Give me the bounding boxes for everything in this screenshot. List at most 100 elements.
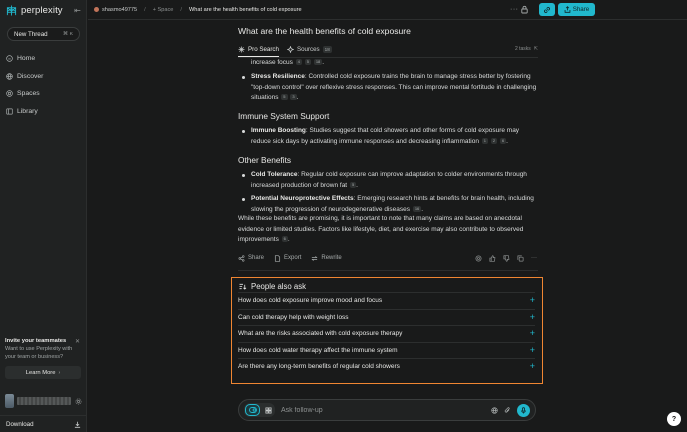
answer-text: increase focus: [251, 59, 293, 66]
export-button[interactable]: Export: [274, 254, 302, 262]
gear-icon[interactable]: [75, 398, 82, 405]
search-mode-toggle[interactable]: [244, 403, 275, 417]
close-icon[interactable]: ✕: [75, 338, 80, 345]
plus-icon[interactable]: +: [530, 362, 535, 371]
sidebar-item-label: Library: [17, 107, 38, 115]
related-question[interactable]: How does cold exposure improve mood and …: [238, 292, 535, 309]
action-label: Rewrite: [321, 255, 342, 261]
new-thread-button[interactable]: New Thread ⌘ K: [7, 27, 80, 41]
related-question[interactable]: Are there any long-term benefits of regu…: [238, 358, 535, 375]
citation-badge[interactable]: 5: [304, 59, 312, 65]
user-avatar-dot: [94, 7, 99, 12]
related-question[interactable]: What are the risks associated with cold …: [238, 325, 535, 342]
citation-badge[interactable]: 16: [412, 205, 422, 212]
plus-icon[interactable]: +: [530, 312, 535, 322]
answer-conclusion: While these benefits are promising, it i…: [238, 215, 524, 243]
plus-icon[interactable]: +: [530, 296, 535, 305]
share-label: Share: [572, 6, 590, 13]
breadcrumb-thread-title: What are the health benefits of cold exp…: [188, 6, 302, 13]
thumbs-up-icon[interactable]: [489, 254, 496, 262]
perplexity-logo-icon: [6, 5, 17, 16]
chevron-right-icon: ›: [58, 369, 61, 376]
top-bar: shasmo49775 / + Space / What are the hea…: [88, 0, 687, 20]
sources-count-badge: 18: [322, 45, 332, 53]
breadcrumb-user[interactable]: shasmo49775: [94, 7, 137, 13]
help-button[interactable]: ?: [667, 412, 681, 426]
sidebar-nav: Home Discover Spaces Library: [6, 50, 82, 120]
related-list-icon: [239, 283, 247, 290]
sources-stack-icon[interactable]: [475, 255, 482, 262]
copy-icon[interactable]: [517, 255, 524, 262]
plus-icon[interactable]: +: [530, 329, 535, 338]
account-row[interactable]: [5, 394, 82, 408]
globe-icon: [6, 73, 13, 80]
sidebar-item-spaces[interactable]: Spaces: [6, 85, 82, 103]
ask-follow-up-input[interactable]: [281, 406, 491, 414]
citation-badge[interactable]: 4: [295, 59, 302, 65]
share-icon: [564, 6, 571, 13]
rewrite-icon: [311, 255, 318, 261]
related-question[interactable]: Can cold therapy help with weight loss +: [238, 308, 535, 326]
sidebar-item-home[interactable]: Home: [6, 50, 82, 68]
plus-icon[interactable]: +: [530, 345, 535, 355]
ask-follow-up-bar: [238, 399, 536, 421]
link-icon: [544, 6, 550, 13]
pro-mode-option[interactable]: [245, 404, 260, 416]
pro-search-icon: [238, 46, 245, 52]
ask-tools: [491, 403, 530, 417]
citation-badge[interactable]: 6: [499, 137, 507, 144]
learn-more-button[interactable]: Learn More ›: [5, 366, 81, 379]
rewrite-button[interactable]: Rewrite: [311, 255, 342, 262]
collapse-sidebar-icon[interactable]: ⇤: [73, 6, 82, 15]
breadcrumb-space[interactable]: + Space: [153, 7, 174, 13]
related-question[interactable]: How does cold water therapy affect the i…: [238, 341, 535, 359]
share-answer-button[interactable]: Share: [238, 254, 265, 262]
section-heading-other: Other Benefits: [238, 155, 292, 165]
microphone-icon: [521, 406, 526, 413]
action-label: Export: [284, 255, 302, 261]
citation-badge[interactable]: 3: [290, 94, 297, 100]
bullet-label: Potential Neuroprotective Effects: [251, 195, 354, 202]
globe-icon[interactable]: [491, 406, 498, 414]
tab-label: Sources: [296, 45, 320, 53]
spaces-icon: [6, 90, 13, 97]
tab-pro-search[interactable]: Pro Search: [238, 42, 279, 56]
download-icon: [74, 421, 81, 428]
shortcut-key: ⌘: [63, 31, 68, 37]
copy-link-button[interactable]: [539, 3, 555, 16]
citation-badge[interactable]: 1: [481, 137, 489, 144]
voice-input-button[interactable]: [517, 403, 530, 417]
bullet-label: Immune Boosting: [251, 127, 306, 134]
thumbs-down-icon[interactable]: [503, 254, 510, 262]
share-button[interactable]: Share: [558, 3, 595, 16]
citation-badge[interactable]: 5: [349, 181, 357, 188]
download-button[interactable]: Download: [0, 415, 87, 432]
related-question-text: How does cold exposure improve mood and …: [238, 297, 383, 305]
citation-badge[interactable]: 5: [281, 94, 288, 100]
related-question-text: Can cold therapy help with weight loss: [238, 313, 349, 321]
more-options-icon[interactable]: ···: [531, 255, 538, 262]
action-label: Share: [248, 255, 265, 261]
answer-bullet-stress: Stress Resilience: Controlled cold expos…: [242, 72, 538, 104]
attach-icon[interactable]: [504, 406, 511, 414]
answer-actions: Share Export Rewrite ···: [238, 253, 538, 263]
reasoning-mode-option[interactable]: [262, 404, 274, 416]
tasks-link[interactable]: 2 tasks ⇱: [515, 46, 538, 52]
more-options-icon[interactable]: ···: [510, 6, 519, 13]
answer-feedback-icons: ···: [475, 255, 538, 262]
citation-badge[interactable]: 18: [313, 59, 323, 65]
lock-icon[interactable]: [520, 5, 529, 14]
avatar[interactable]: [5, 394, 14, 408]
brand-name: perplexity: [21, 5, 63, 16]
brand-logo[interactable]: perplexity: [6, 5, 63, 16]
section-heading-immune: Immune System Support: [238, 111, 330, 121]
citation-badge[interactable]: 6: [281, 236, 288, 242]
sidebar: perplexity ⇤ New Thread ⌘ K Home Discove…: [0, 0, 87, 432]
sidebar-item-discover[interactable]: Discover: [6, 68, 82, 86]
sidebar-item-library[interactable]: Library: [6, 103, 82, 121]
breadcrumb-username: shasmo49775: [102, 6, 138, 13]
tab-sources[interactable]: Sources 18: [286, 42, 332, 56]
citation-badge[interactable]: 2: [490, 137, 498, 144]
related-question-text: How does cold water therapy affect the i…: [238, 346, 398, 354]
people-also-ask-header: People also ask: [239, 281, 306, 291]
